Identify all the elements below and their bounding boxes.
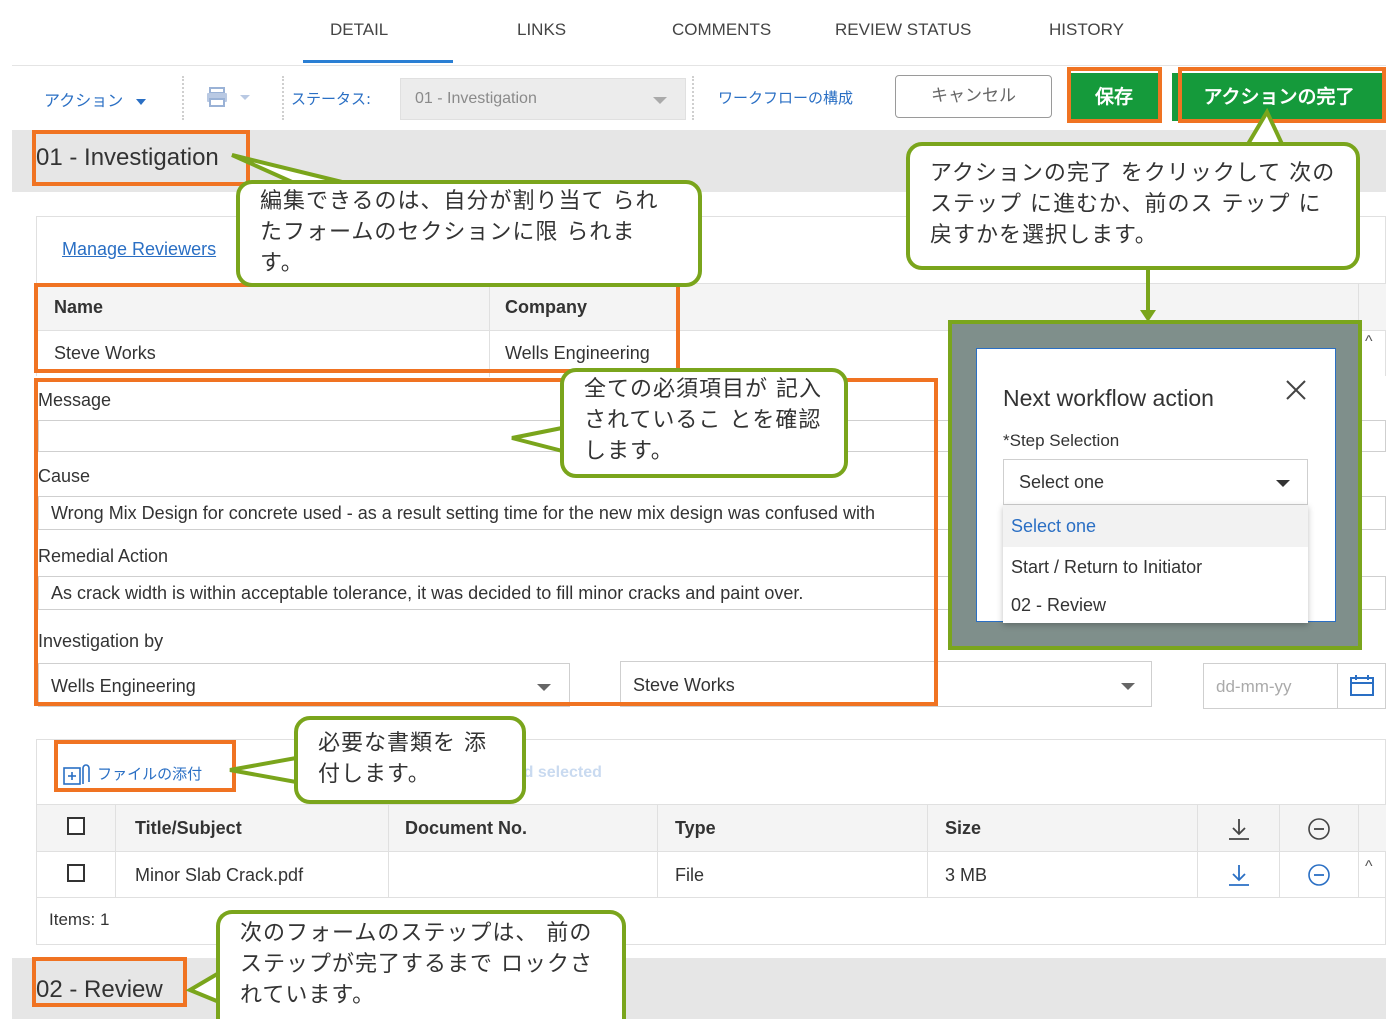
callout-attach-docs: 必要な書類を 添付します。 — [294, 716, 526, 804]
form-page: DETAIL LINKS COMMENTS REVIEW STATUS HIST… — [12, 0, 1386, 1019]
callout-next-step-locked: 次のフォームのステップは、 前のステップが完了するまで ロックされています。 — [216, 910, 626, 1019]
callout-complete-action: アクションの完了 をクリックして 次のステップ に進むか、前のス テップ に戻す… — [906, 142, 1360, 270]
callout-required-fields: 全ての必須項目が 記入されているこ とを確認します。 — [560, 368, 848, 478]
callout-edit-sections: 編集できるのは、自分が割り当て られたフォームのセクションに限 られます。 — [236, 180, 702, 287]
